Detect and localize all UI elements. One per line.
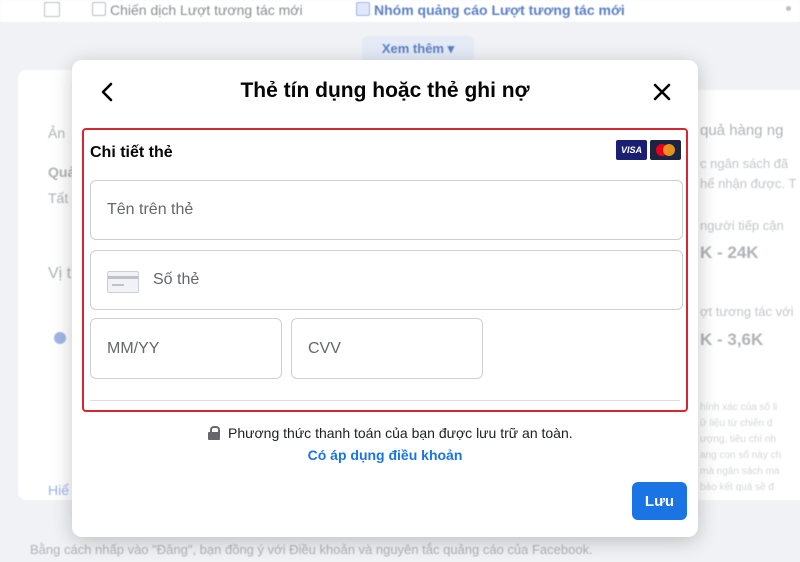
- disclaimer-line: mà ngân sách ma: [700, 466, 780, 477]
- divider: [90, 400, 680, 401]
- budget-note: c ngân sách đã: [700, 156, 789, 171]
- breadcrumb-adset[interactable]: Nhóm quảng cáo Lượt tương tác mới: [356, 2, 625, 18]
- lock-icon: [208, 426, 220, 440]
- disclaimer-line: ữ liệu từ chiến d: [700, 418, 773, 429]
- dialog-title: Thẻ tín dụng hoặc thẻ ghi nợ: [240, 79, 530, 102]
- top-breadcrumb-bar: Chiến dịch Lượt tương tác mới Nhóm quảng…: [0, 0, 800, 22]
- secure-storage-note: Phương thức thanh toán của bạn được lưu …: [208, 425, 573, 441]
- footer-terms-text: Bằng cách nhấp vào "Đăng", bạn đồng ý vớ…: [30, 542, 593, 557]
- card-number-field[interactable]: [90, 250, 683, 310]
- budget-note: hể nhận được. T: [700, 176, 797, 191]
- disclaimer-line: ượng, tiêu chí nh: [700, 434, 777, 445]
- left-fragment: Ản: [48, 125, 66, 141]
- engagement-label: ợt tương tác với: [700, 304, 794, 319]
- cvv-field[interactable]: [291, 318, 483, 379]
- reach-label: người tiếp cận: [700, 218, 784, 233]
- mastercard-logo: [650, 140, 681, 160]
- disclaimer-line: bảo kết quả sẽ đ: [700, 482, 774, 493]
- close-icon: [653, 83, 671, 101]
- reach-value: K - 24K: [700, 243, 759, 262]
- engagement-value: K - 3,6K: [700, 330, 764, 349]
- close-button[interactable]: [648, 78, 676, 106]
- card-details-section: Chi tiết thẻ VISA: [82, 128, 688, 412]
- save-button[interactable]: Lưu: [632, 482, 687, 520]
- card-details-heading: Chi tiết thẻ: [90, 144, 173, 161]
- more-options-icon: [786, 6, 791, 11]
- cardholder-name-input[interactable]: [91, 181, 682, 239]
- disclaimer-line: hính xác của số li: [700, 402, 778, 413]
- breadcrumb-campaign[interactable]: Chiến dịch Lượt tương tác mới: [92, 2, 303, 18]
- left-fragment: Vị t: [48, 265, 72, 282]
- expiry-input[interactable]: [91, 319, 281, 378]
- cvv-input[interactable]: [292, 319, 482, 378]
- disclaimer-line: ang con số này ch: [700, 450, 782, 461]
- cardholder-name-field[interactable]: [90, 180, 683, 240]
- results-heading: quả hàng ng: [700, 122, 784, 139]
- card-number-input[interactable]: [91, 251, 682, 309]
- radio-icon: [54, 332, 66, 344]
- panel-toggle-icon: [44, 2, 60, 17]
- see-more-button[interactable]: Xem thêm ▾: [362, 36, 474, 62]
- visa-logo: VISA: [616, 140, 647, 160]
- left-fragment: Tất: [48, 190, 69, 206]
- terms-link[interactable]: Có áp dụng điều khoản: [72, 447, 698, 463]
- card-payment-dialog: Thẻ tín dụng hoặc thẻ ghi nợ Chi tiết th…: [72, 60, 698, 537]
- left-fragment: Hiể: [48, 482, 70, 498]
- credit-card-icon: [107, 271, 139, 293]
- expiry-field[interactable]: [90, 318, 282, 379]
